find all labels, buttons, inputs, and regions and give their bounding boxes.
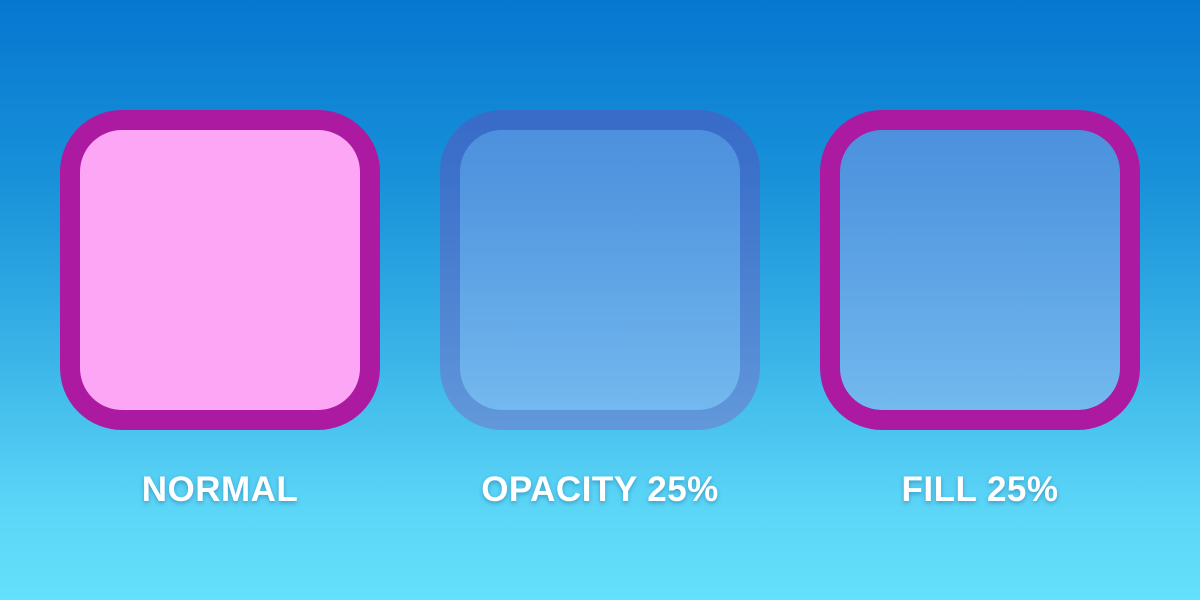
opacity-caption: OPACITY 25%: [481, 470, 719, 509]
demo-normal: NORMAL: [60, 110, 380, 510]
normal-caption: NORMAL: [141, 470, 299, 509]
demo-fill: FILL 25%: [820, 110, 1140, 510]
fill-caption: FILL 25%: [901, 470, 1059, 509]
opacity-swatch: [440, 110, 760, 430]
demo-opacity: OPACITY 25%: [440, 110, 760, 510]
normal-swatch: [60, 110, 380, 430]
fill-swatch: [820, 110, 1140, 430]
